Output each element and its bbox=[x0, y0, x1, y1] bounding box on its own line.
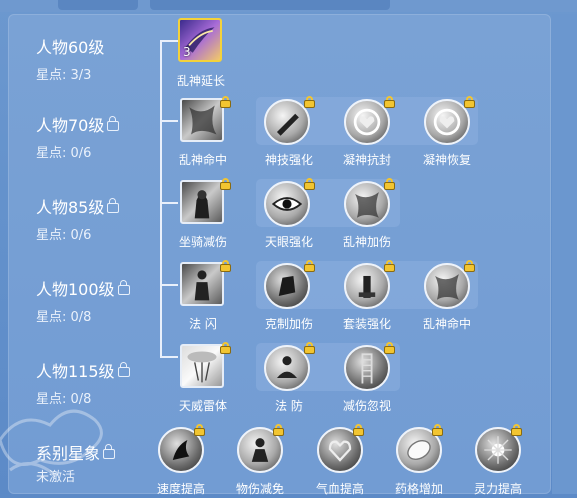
skill-label: 神技强化 bbox=[264, 153, 313, 167]
top-tab-2[interactable] bbox=[150, 0, 390, 10]
lock-icon bbox=[194, 424, 205, 436]
lock-icon bbox=[220, 178, 231, 190]
level-85-block: 人物85级 星点: 0/6 bbox=[36, 194, 120, 243]
zodiac-status: 未激活 bbox=[36, 470, 76, 485]
skill-label: 法 闪 bbox=[189, 317, 217, 331]
level-title: 人物85级 bbox=[36, 198, 105, 217]
lightning-cloud-icon bbox=[187, 351, 217, 383]
skill-label: 药格增加 bbox=[394, 482, 443, 496]
lock-icon bbox=[511, 424, 522, 436]
level-70-block: 人物70级 星点: 0/6 bbox=[36, 112, 120, 161]
level-progress: 星点: 0/8 bbox=[36, 310, 92, 325]
lock-icon bbox=[117, 280, 130, 295]
lock-icon bbox=[432, 424, 443, 436]
heart-ring-icon bbox=[433, 108, 461, 136]
lock-icon bbox=[384, 96, 395, 108]
skill-label: 减伤忽视 bbox=[342, 399, 391, 413]
dark-warrior-icon bbox=[194, 190, 210, 219]
tree-branch bbox=[160, 120, 178, 122]
level-progress: 星点: 0/6 bbox=[36, 228, 92, 243]
lock-icon bbox=[464, 260, 475, 272]
skill-slot[interactable] bbox=[180, 262, 224, 306]
skill-label: 乱神延长 bbox=[176, 74, 225, 88]
cloak-icon bbox=[189, 105, 217, 135]
lock-icon bbox=[220, 342, 231, 354]
skill-slot[interactable] bbox=[180, 180, 224, 224]
skill-label: 乱神加伤 bbox=[342, 235, 391, 249]
zodiac-title: 系别星象 bbox=[36, 444, 101, 463]
top-tab-strip bbox=[0, 0, 577, 12]
lock-icon bbox=[103, 444, 116, 459]
skill-label: 气血提高 bbox=[315, 482, 364, 496]
lock-icon bbox=[304, 96, 315, 108]
tree-branch bbox=[160, 284, 178, 286]
skill-label: 物伤减免 bbox=[235, 482, 284, 496]
lock-icon bbox=[220, 260, 231, 272]
lock-icon bbox=[384, 342, 395, 354]
figure-icon bbox=[194, 270, 210, 301]
skill-label: 天眼强化 bbox=[264, 235, 313, 249]
lock-icon bbox=[107, 198, 120, 213]
lock-icon bbox=[353, 424, 364, 436]
brush-icon bbox=[276, 113, 299, 136]
fist-icon bbox=[278, 275, 296, 297]
skill-label: 凝神恢复 bbox=[422, 153, 471, 167]
level-progress: 星点: 0/6 bbox=[36, 146, 92, 161]
lock-icon bbox=[304, 342, 315, 354]
skill-slot[interactable] bbox=[180, 98, 224, 142]
tree-branch bbox=[160, 356, 178, 358]
lock-icon bbox=[304, 260, 315, 272]
level-100-block: 人物100级 星点: 0/8 bbox=[36, 276, 130, 325]
tree-branch bbox=[160, 202, 178, 204]
skill-label: 速度提高 bbox=[156, 482, 205, 496]
lock-icon bbox=[273, 424, 284, 436]
skill-label: 乱神命中 bbox=[178, 153, 227, 167]
lock-icon bbox=[220, 96, 231, 108]
skill-label: 法 防 bbox=[275, 399, 303, 413]
meditation-icon bbox=[276, 356, 298, 379]
skill-slot-active[interactable]: 3 bbox=[178, 18, 222, 62]
lock-icon bbox=[464, 96, 475, 108]
level-title: 人物60级 bbox=[36, 38, 105, 57]
tree-connector bbox=[160, 40, 162, 358]
statue-icon bbox=[358, 275, 376, 298]
level-progress: 星点: 0/8 bbox=[36, 392, 92, 407]
skill-label: 套装强化 bbox=[342, 317, 391, 331]
lock-icon bbox=[384, 260, 395, 272]
skill-count: 3 bbox=[183, 45, 191, 59]
top-tab-1[interactable] bbox=[58, 0, 138, 10]
heart-ring-icon bbox=[353, 108, 381, 136]
skill-label: 凝神抗封 bbox=[342, 153, 391, 167]
level-title: 人物70级 bbox=[36, 116, 105, 135]
stairs-icon bbox=[361, 353, 373, 384]
lock-icon bbox=[107, 116, 120, 131]
skill-label: 乱神命中 bbox=[422, 317, 471, 331]
skill-slot[interactable] bbox=[180, 344, 224, 388]
lock-icon bbox=[384, 178, 395, 190]
skill-label: 坐骑减伤 bbox=[178, 235, 227, 249]
skill-label: 克制加伤 bbox=[264, 317, 313, 331]
skill-label: 灵力提高 bbox=[473, 482, 522, 496]
lock-icon bbox=[304, 178, 315, 190]
zodiac-block: 系别星象 未激活 bbox=[36, 440, 116, 485]
lock-icon bbox=[117, 362, 130, 377]
cloak-icon bbox=[355, 192, 379, 218]
level-60-block: 人物60级 星点: 3/3 bbox=[36, 34, 104, 83]
level-title: 人物115级 bbox=[36, 362, 115, 381]
eye-icon bbox=[271, 197, 303, 211]
level-progress: 星点: 3/3 bbox=[36, 68, 92, 83]
skill-label: 天威雷体 bbox=[178, 399, 227, 413]
level-115-block: 人物115级 星点: 0/8 bbox=[36, 358, 130, 407]
tree-branch bbox=[160, 40, 178, 42]
cloak-icon bbox=[435, 274, 459, 300]
right-panel-edge bbox=[552, 14, 577, 494]
level-title: 人物100级 bbox=[36, 280, 115, 299]
